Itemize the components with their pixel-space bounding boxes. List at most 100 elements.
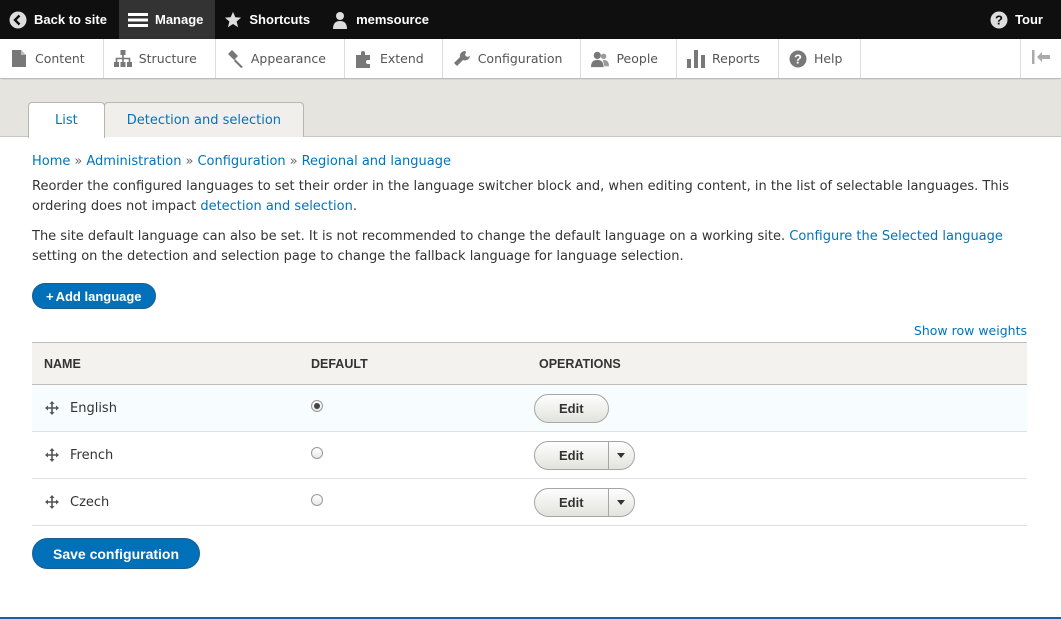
- caret-down-icon: [617, 452, 626, 458]
- back-arrow-icon: [9, 11, 27, 29]
- language-name: French: [70, 447, 114, 463]
- add-language-button[interactable]: + Add language: [32, 283, 156, 309]
- main-content: Home» Administration» Configuration» Region…: [32, 150, 1028, 267]
- language-name-cell: French: [32, 447, 299, 463]
- breadcrumb-home[interactable]: Home: [32, 154, 70, 169]
- default-radio[interactable]: [311, 493, 323, 506]
- wrench-icon: [453, 50, 471, 68]
- intro-text-end: .: [352, 199, 357, 214]
- language-name-cell: English: [32, 400, 299, 416]
- shortcuts-label: Shortcuts: [249, 12, 311, 27]
- admin-tray: Content Structure Appearance Extend Conf…: [0, 39, 1061, 79]
- edit-button-label: Edit: [559, 494, 584, 510]
- hamburger-icon: [127, 11, 148, 29]
- admin-toolbar: Back to site Manage Shortcuts memsource …: [0, 0, 1061, 39]
- tray-item-label: Configuration: [477, 51, 563, 66]
- breadcrumb-regional-and-language[interactable]: Regional and language: [302, 154, 451, 169]
- tray-item-label: Reports: [712, 51, 760, 66]
- tab-detection-and-selection[interactable]: Detection and selection: [103, 102, 305, 137]
- languages-table: NAME DEFAULT OPERATIONS English Edit Fre…: [32, 342, 1027, 526]
- default-radio[interactable]: [311, 399, 323, 412]
- drag-handle-icon[interactable]: [44, 400, 60, 416]
- help-icon: ?: [789, 50, 807, 68]
- file-icon: [10, 50, 28, 68]
- column-header-operations: OPERATIONS: [539, 356, 621, 371]
- tray-item-reports[interactable]: Reports: [677, 39, 779, 78]
- tray-item-label: Content: [35, 51, 85, 66]
- tray-item-extend[interactable]: Extend: [345, 39, 443, 78]
- tray-item-content[interactable]: Content: [0, 39, 104, 78]
- tray-item-appearance[interactable]: Appearance: [216, 39, 345, 78]
- manage-tab[interactable]: Manage: [118, 0, 216, 39]
- tray-item-label: Extend: [379, 51, 424, 66]
- tray-item-label: Appearance: [250, 51, 326, 66]
- tray-spacer: [861, 39, 1020, 78]
- sitemap-icon: [113, 50, 132, 68]
- puzzle-icon: [355, 50, 373, 68]
- collapse-left-icon: [1032, 49, 1050, 69]
- drag-handle-icon[interactable]: [44, 447, 60, 463]
- language-name: English: [70, 400, 117, 416]
- star-icon: [224, 11, 242, 29]
- default-radio[interactable]: [311, 446, 323, 459]
- breadcrumb-administration[interactable]: Administration: [86, 154, 181, 169]
- edit-operation-dropbutton[interactable]: Edit: [534, 487, 635, 517]
- intro-paragraph-2: The site default language can also be se…: [32, 227, 1028, 267]
- bar-chart-icon: [687, 49, 705, 68]
- drag-handle-icon[interactable]: [44, 494, 60, 510]
- brush-icon: [226, 49, 244, 68]
- intro-text: The site default language can also be se…: [32, 229, 790, 244]
- intro-paragraph-1: Reorder the configured languages to set …: [32, 177, 1028, 217]
- tab-list[interactable]: List: [28, 102, 105, 138]
- configure-selected-language-link[interactable]: Configure the Selected language: [789, 229, 1003, 244]
- save-configuration-button[interactable]: Save configuration: [32, 538, 201, 569]
- dropbutton-toggle[interactable]: [607, 441, 634, 469]
- tour-button[interactable]: ? Tour: [981, 0, 1061, 39]
- column-header-default: DEFAULT: [311, 356, 368, 371]
- tray-orientation-toggle[interactable]: [1020, 39, 1061, 78]
- tray-item-people[interactable]: People: [581, 39, 677, 78]
- plus-icon: +: [46, 288, 54, 304]
- tray-item-help[interactable]: ? Help: [779, 39, 862, 78]
- user-tab[interactable]: memsource: [322, 0, 441, 39]
- breadcrumb-separator: »: [289, 154, 298, 169]
- language-name: Czech: [70, 494, 110, 510]
- table-row: French Edit: [32, 432, 1027, 479]
- caret-down-icon: [617, 499, 626, 505]
- column-header-name: NAME: [44, 356, 81, 371]
- tray-item-label: Help: [813, 51, 843, 66]
- svg-text:?: ?: [995, 12, 1003, 27]
- table-row: English Edit: [32, 384, 1027, 432]
- table-header-row: NAME DEFAULT OPERATIONS: [32, 342, 1027, 385]
- back-to-site-label: Back to site: [34, 12, 107, 27]
- table-row: Czech Edit: [32, 479, 1027, 526]
- user-label: memsource: [356, 12, 430, 27]
- edit-operation-dropbutton[interactable]: Edit: [534, 440, 635, 470]
- shortcuts-tab[interactable]: Shortcuts: [215, 0, 322, 39]
- back-to-site-link[interactable]: Back to site: [0, 0, 119, 39]
- tray-item-structure[interactable]: Structure: [104, 39, 216, 78]
- breadcrumb: Home» Administration» Configuration» Region…: [32, 154, 1028, 169]
- edit-operation-button[interactable]: Edit: [534, 393, 609, 423]
- people-icon: [591, 50, 610, 68]
- edit-button-label: Edit: [559, 400, 584, 416]
- intro-text-end: setting on the detection and selection p…: [32, 249, 684, 264]
- tour-label: Tour: [1015, 12, 1043, 27]
- tray-item-configuration[interactable]: Configuration: [443, 39, 582, 78]
- breadcrumb-separator: »: [185, 154, 194, 169]
- tray-item-label: People: [616, 51, 658, 66]
- primary-tabs: List Detection and selection: [28, 102, 305, 138]
- edit-button-label: Edit: [559, 447, 584, 463]
- breadcrumb-configuration[interactable]: Configuration: [197, 154, 285, 169]
- tray-item-label: Structure: [138, 51, 197, 66]
- help-circle-icon: ?: [990, 11, 1008, 29]
- show-row-weights-link[interactable]: Show row weights: [914, 323, 1027, 338]
- language-name-cell: Czech: [32, 494, 299, 510]
- detection-and-selection-link[interactable]: detection and selection: [200, 199, 353, 214]
- svg-text:?: ?: [794, 51, 802, 66]
- breadcrumb-separator: »: [74, 154, 83, 169]
- dropbutton-toggle[interactable]: [607, 488, 634, 516]
- manage-label: Manage: [154, 12, 204, 27]
- add-language-label: Add language: [55, 288, 142, 304]
